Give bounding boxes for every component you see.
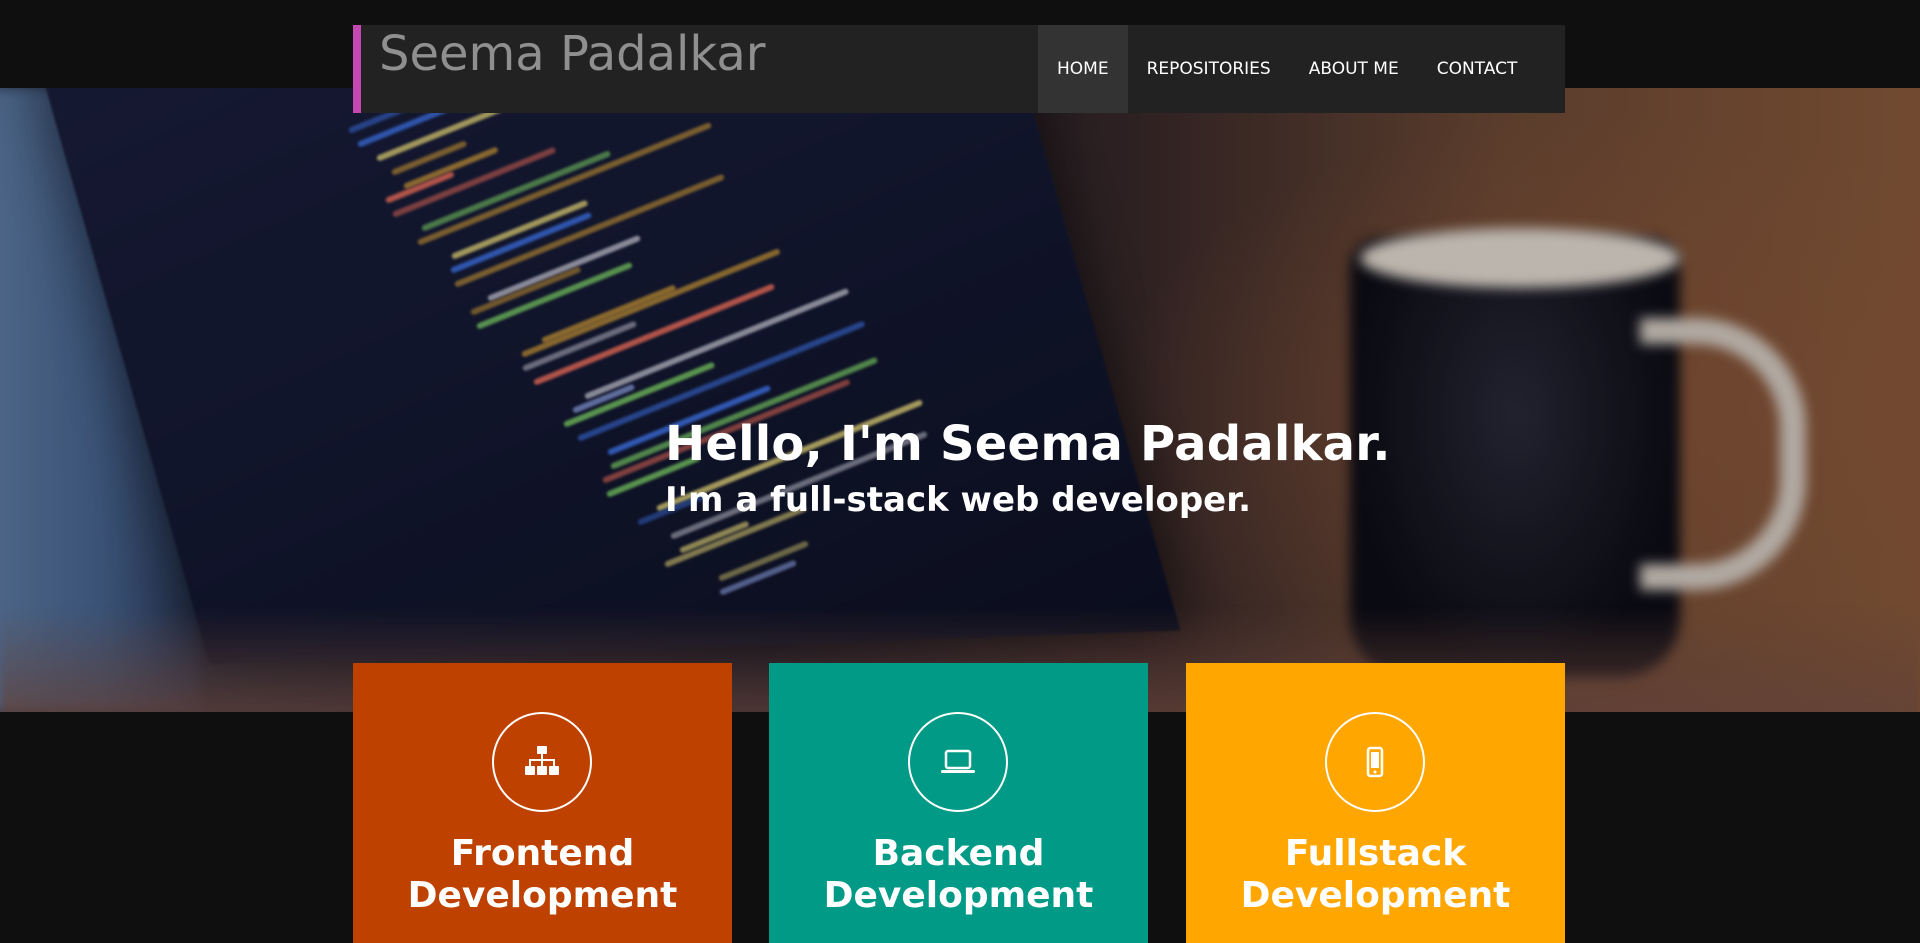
service-card-title: Frontend Development [407,833,678,916]
hero-section: Hello, I'm Seema Padalkar. I'm a full-st… [0,88,1920,712]
nav-item-home[interactable]: HOME [1038,25,1128,113]
service-card-frontend[interactable]: Frontend Development [353,663,732,943]
nav-item-repositories[interactable]: REPOSITORIES [1128,25,1290,113]
services-section: Frontend Development Backend Development… [353,663,1565,943]
nav-item-about-me[interactable]: ABOUT ME [1290,25,1418,113]
service-card-fullstack[interactable]: Fullstack Development [1186,663,1565,943]
brand-logo[interactable]: Seema Padalkar [379,25,765,83]
laptop-icon [908,712,1008,812]
hero-subheadline: I'm a full-stack web developer. [665,480,1252,520]
service-card-title: Backend Development [823,833,1094,916]
mobile-phone-icon [1325,712,1425,812]
nav-item-contact[interactable]: CONTACT [1418,25,1537,113]
hero-headline: Hello, I'm Seema Padalkar. [665,416,1391,472]
main-nav: HOME REPOSITORIES ABOUT ME CONTACT [1038,25,1536,113]
sitemap-icon [492,712,592,812]
page: Hello, I'm Seema Padalkar. I'm a full-st… [0,0,1920,943]
navbar: Seema Padalkar HOME REPOSITORIES ABOUT M… [353,25,1565,113]
hero-text: Hello, I'm Seema Padalkar. I'm a full-st… [665,416,1391,522]
brand-accent-bar [353,25,361,113]
hero-overlay [0,88,1920,712]
service-card-title: Fullstack Development [1240,833,1511,916]
service-card-backend[interactable]: Backend Development [769,663,1148,943]
